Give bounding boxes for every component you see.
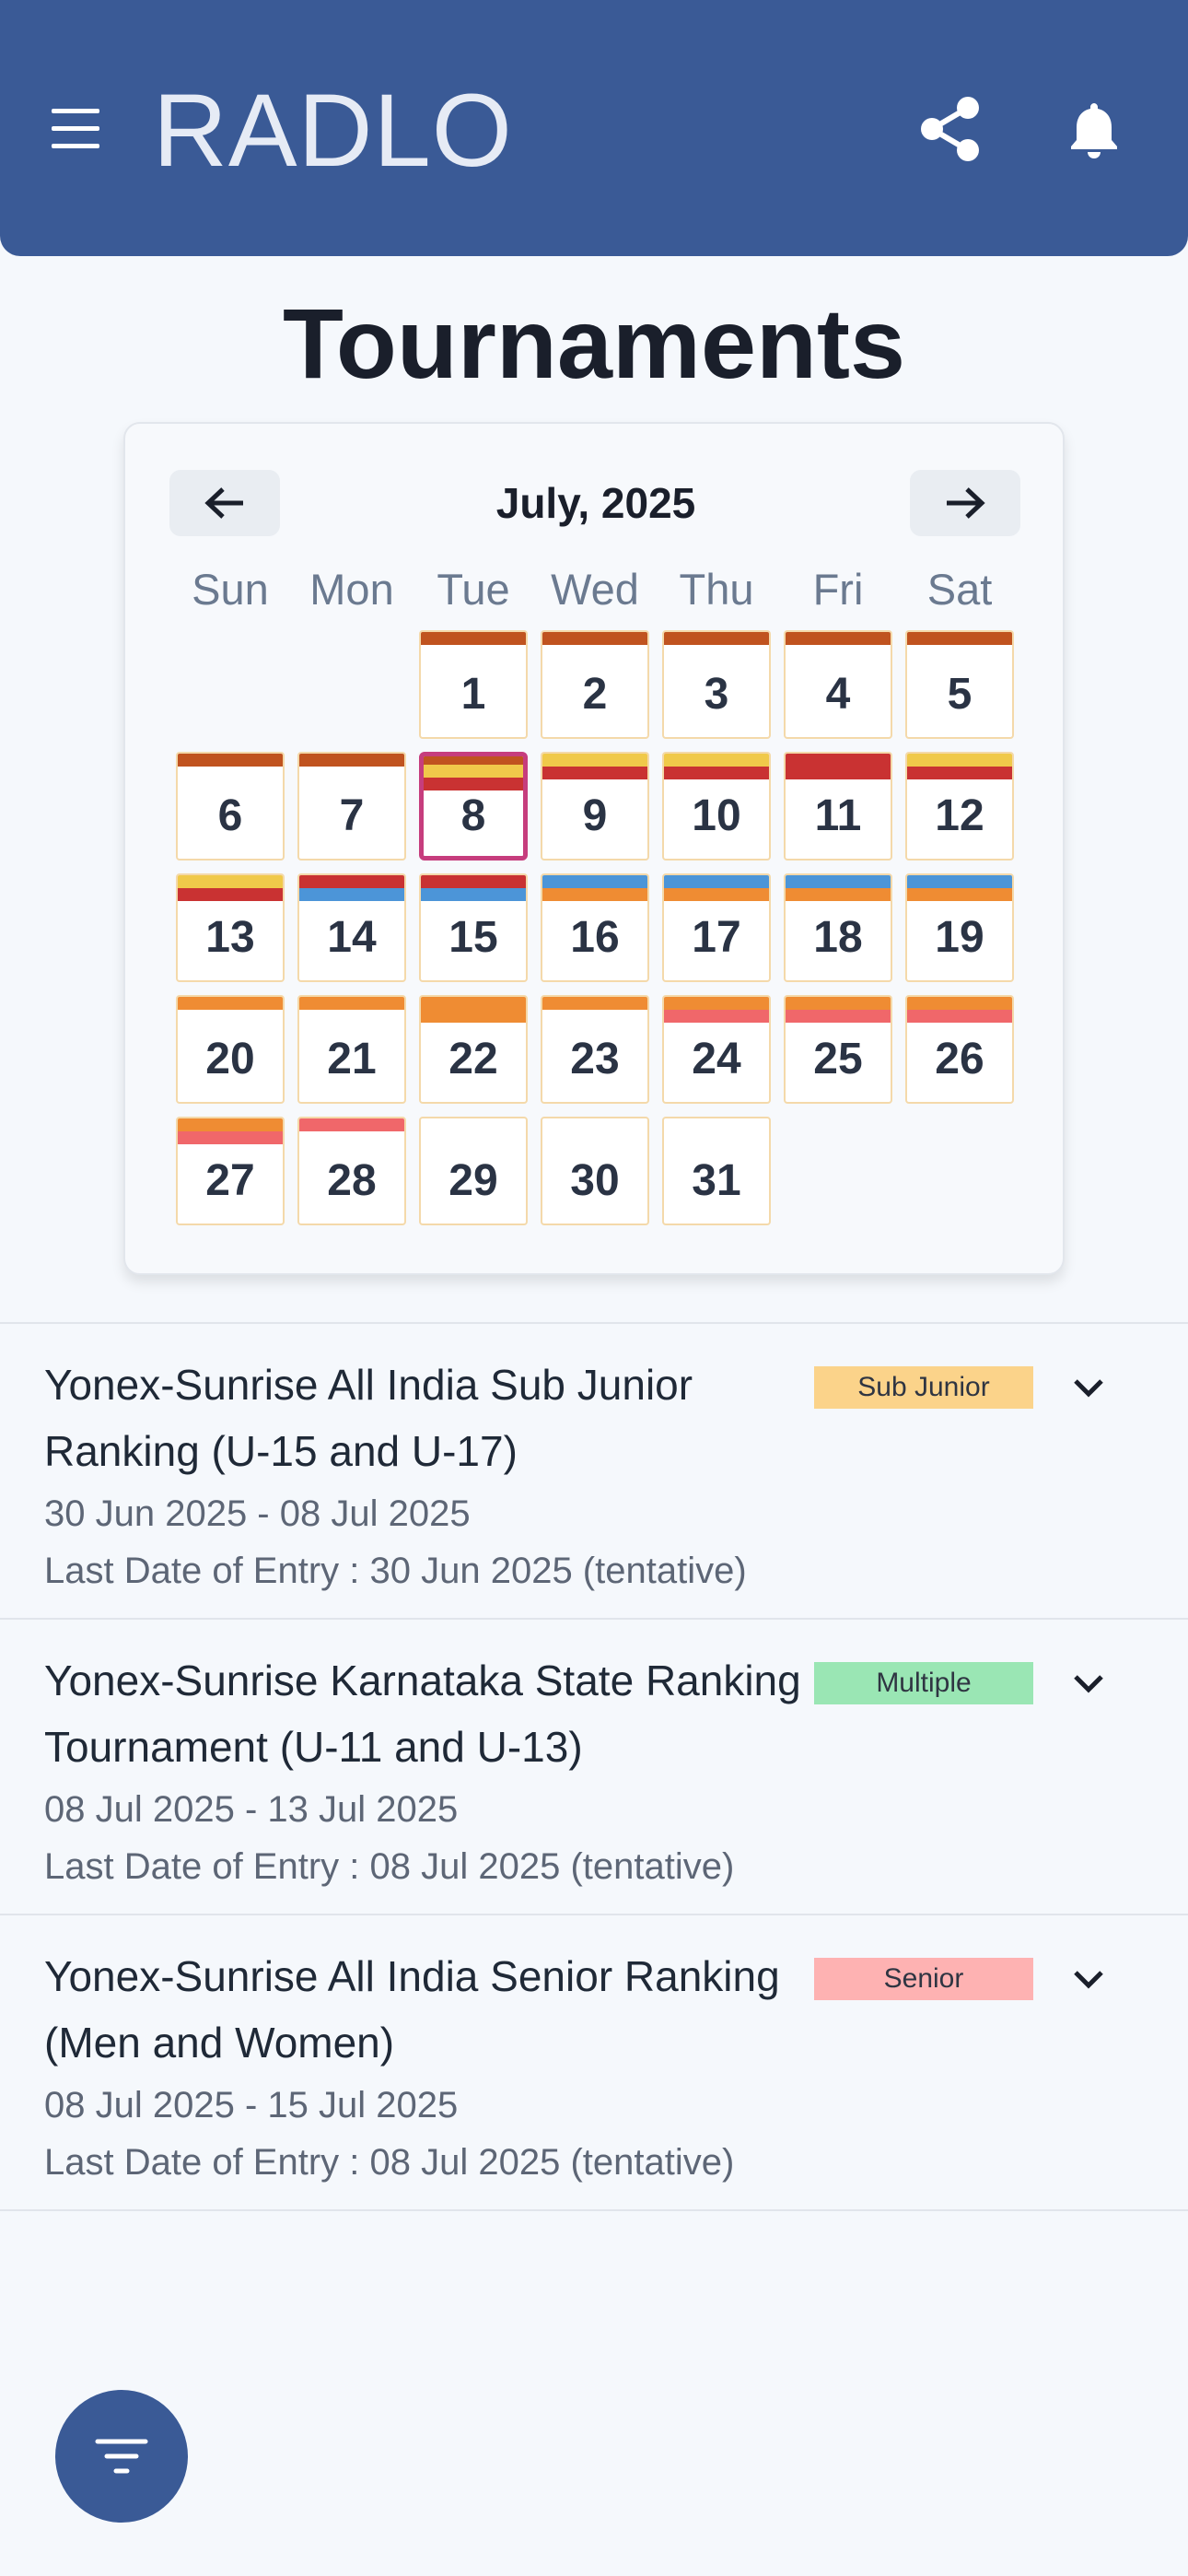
category-badge: Multiple (814, 1662, 1033, 1704)
tournament-dates: 08 Jul 2025 - 15 Jul 2025 (44, 2085, 459, 2125)
weekday-thu: Thu (679, 565, 754, 614)
calendar-day[interactable]: 20 (176, 995, 285, 1104)
calendar-day[interactable]: 22 (419, 995, 528, 1104)
day-number: 4 (825, 670, 851, 719)
calendar-day[interactable]: 1 (419, 630, 528, 739)
tournament-entry-deadline: Last Date of Entry : 30 Jun 2025 (tentat… (44, 1551, 747, 1591)
list-divider (0, 2209, 1188, 2211)
day-number: 15 (448, 913, 498, 962)
calendar-day[interactable]: 30 (541, 1117, 649, 1225)
calendar-day[interactable]: 5 (905, 630, 1014, 739)
filter-button[interactable] (55, 2390, 188, 2523)
day-number: 10 (692, 791, 741, 840)
day-number: 18 (813, 913, 863, 962)
share-icon[interactable] (916, 95, 984, 163)
calendar-day[interactable]: 27 (176, 1117, 285, 1225)
calendar-day[interactable]: 2 (541, 630, 649, 739)
tournament-dates: 30 Jun 2025 - 08 Jul 2025 (44, 1493, 471, 1534)
calendar-day[interactable]: 14 (297, 873, 406, 982)
tournament-title: Yonex-Sunrise All India Sub Junior Ranki… (44, 1361, 693, 1475)
tournament-entry-deadline: Last Date of Entry : 08 Jul 2025 (tentat… (44, 1846, 735, 1887)
app-brand: RADLO (153, 73, 513, 188)
weekday-mon: Mon (309, 565, 394, 614)
weekday-fri: Fri (812, 565, 864, 614)
calendar-day[interactable]: 11 (784, 752, 892, 861)
calendar-day[interactable]: 9 (541, 752, 649, 861)
tournament-item[interactable]: Yonex-Sunrise Karnataka State Ranking To… (0, 1620, 1188, 1914)
day-number: 13 (205, 913, 255, 962)
category-badge: Sub Junior (814, 1366, 1033, 1409)
calendar-day[interactable]: 15 (419, 873, 528, 982)
category-badge: Senior (814, 1958, 1033, 2000)
calendar-day[interactable]: 26 (905, 995, 1014, 1104)
app-header: RADLO (0, 0, 1188, 256)
tournament-item[interactable]: Yonex-Sunrise All India Sub Junior Ranki… (0, 1324, 1188, 1619)
day-number: 12 (935, 791, 984, 840)
calendar-day[interactable]: 12 (905, 752, 1014, 861)
day-number: 7 (339, 791, 365, 840)
day-number: 20 (205, 1035, 255, 1083)
calendar-day[interactable]: 21 (297, 995, 406, 1104)
arrow-right-icon (947, 487, 985, 519)
calendar-day[interactable]: 18 (784, 873, 892, 982)
hamburger-menu-icon[interactable] (52, 109, 99, 149)
calendar-day[interactable]: 17 (662, 873, 771, 982)
day-number: 21 (327, 1035, 377, 1083)
day-number: 2 (582, 670, 608, 719)
day-number: 6 (217, 791, 243, 840)
calendar-day[interactable]: 10 (662, 752, 771, 861)
day-number: 1 (460, 670, 486, 719)
calendar-day[interactable]: 13 (176, 873, 285, 982)
calendar-day[interactable]: 29 (419, 1117, 528, 1225)
day-number: 14 (327, 913, 377, 962)
day-number: 19 (935, 913, 984, 962)
day-number: 9 (582, 791, 608, 840)
weekday-sat: Sat (926, 565, 993, 614)
tournament-title: Yonex-Sunrise All India Senior Ranking (… (44, 1952, 780, 2067)
weekday-tue: Tue (437, 565, 510, 614)
day-number: 23 (570, 1035, 620, 1083)
day-number: 31 (692, 1156, 741, 1205)
calendar: July, 2025 Sun Mon Tue Wed Thu Fri Sat 1… (123, 422, 1065, 1275)
bell-icon[interactable] (1070, 101, 1118, 158)
page-title: Tournaments (282, 287, 906, 399)
chevron-down-icon[interactable] (1068, 1963, 1109, 1995)
chevron-down-icon[interactable] (1068, 1372, 1109, 1403)
calendar-day[interactable]: 6 (176, 752, 285, 861)
calendar-day[interactable]: 28 (297, 1117, 406, 1225)
day-number: 8 (460, 791, 486, 840)
calendar-day[interactable]: 24 (662, 995, 771, 1104)
day-number: 25 (813, 1035, 863, 1083)
tournament-dates: 08 Jul 2025 - 13 Jul 2025 (44, 1789, 459, 1830)
day-number: 26 (935, 1035, 984, 1083)
day-number: 24 (692, 1035, 741, 1083)
calendar-day-selected[interactable]: 8 (419, 752, 528, 861)
chevron-down-icon[interactable] (1068, 1668, 1109, 1699)
day-number: 11 (814, 791, 862, 840)
calendar-day[interactable]: 7 (297, 752, 406, 861)
calendar-day[interactable]: 19 (905, 873, 1014, 982)
weekday-sun: Sun (192, 565, 269, 614)
filter-icon (95, 2439, 148, 2474)
day-number: 22 (448, 1035, 498, 1083)
calendar-day[interactable]: 25 (784, 995, 892, 1104)
day-number: 30 (570, 1156, 620, 1205)
next-month-button[interactable] (910, 470, 1020, 536)
calendar-day[interactable]: 16 (541, 873, 649, 982)
day-number: 16 (570, 913, 620, 962)
calendar-day[interactable]: 31 (662, 1117, 771, 1225)
calendar-day[interactable]: 3 (662, 630, 771, 739)
tournament-entry-deadline: Last Date of Entry : 08 Jul 2025 (tentat… (44, 2142, 735, 2183)
day-number: 5 (947, 670, 973, 719)
day-number: 28 (327, 1156, 377, 1205)
day-number: 29 (448, 1156, 498, 1205)
day-number: 3 (704, 670, 729, 719)
calendar-day[interactable]: 4 (784, 630, 892, 739)
weekday-wed: Wed (551, 565, 639, 614)
day-number: 27 (205, 1156, 255, 1205)
calendar-day[interactable]: 23 (541, 995, 649, 1104)
day-number: 17 (692, 913, 741, 962)
tournament-item[interactable]: Yonex-Sunrise All India Senior Ranking (… (0, 1915, 1188, 2210)
tournament-title: Yonex-Sunrise Karnataka State Ranking To… (44, 1657, 801, 1771)
